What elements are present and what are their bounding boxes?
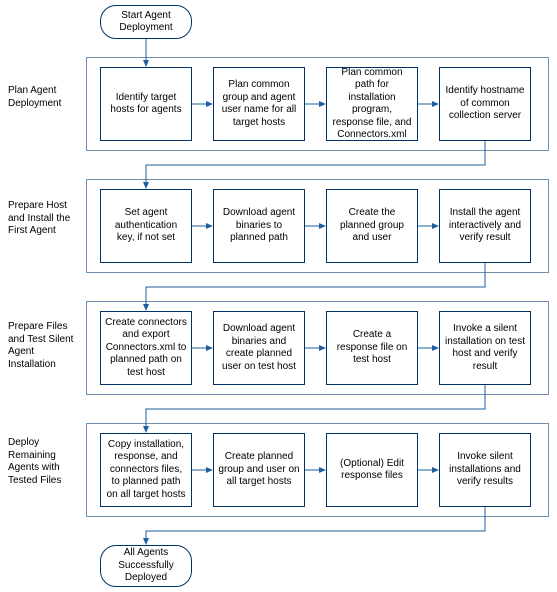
step-1-2: Plan common group and agent user name fo… [213, 67, 305, 141]
step-2-3: Create the planned group and user [326, 189, 418, 263]
phase-label-2: Prepare Host and Install the First Agent [8, 200, 78, 238]
step-3-3: Create a response file on test host [326, 311, 418, 385]
step-4-1: Copy installation, response, and connect… [100, 433, 192, 507]
step-3-2: Download agent binaries and create plann… [213, 311, 305, 385]
start-terminator: Start Agent Deployment [100, 5, 192, 39]
step-3-4: Invoke a silent installation on test hos… [439, 311, 531, 385]
phase-label-3: Prepare Files and Test Silent Agent Inst… [8, 321, 78, 371]
step-2-1: Set agent authentication key, if not set [100, 189, 192, 263]
phase-label-1: Plan Agent Deployment [8, 85, 78, 110]
step-2-4: Install the agent interactively and veri… [439, 189, 531, 263]
step-4-3: (Optional) Edit response files [326, 433, 418, 507]
end-label: All Agents Successfully Deployed [111, 547, 181, 585]
start-label: Start Agent Deployment [111, 10, 181, 35]
step-4-4: Invoke silent installations and verify r… [439, 433, 531, 507]
step-1-3: Plan common path for installation progra… [326, 67, 418, 141]
step-1-4: Identify hostname of common collection s… [439, 67, 531, 141]
step-3-1: Create connectors and export Connectors.… [100, 311, 192, 385]
step-1-1: Identify target hosts for agents [100, 67, 192, 141]
step-4-2: Create planned group and user on all tar… [213, 433, 305, 507]
end-terminator: All Agents Successfully Deployed [100, 545, 192, 587]
flowchart-diagram: Start Agent Deployment Plan Agent Deploy… [8, 5, 549, 587]
phase-label-4: Deploy Remaining Agents with Tested File… [8, 437, 78, 487]
step-2-2: Download agent binaries to planned path [213, 189, 305, 263]
